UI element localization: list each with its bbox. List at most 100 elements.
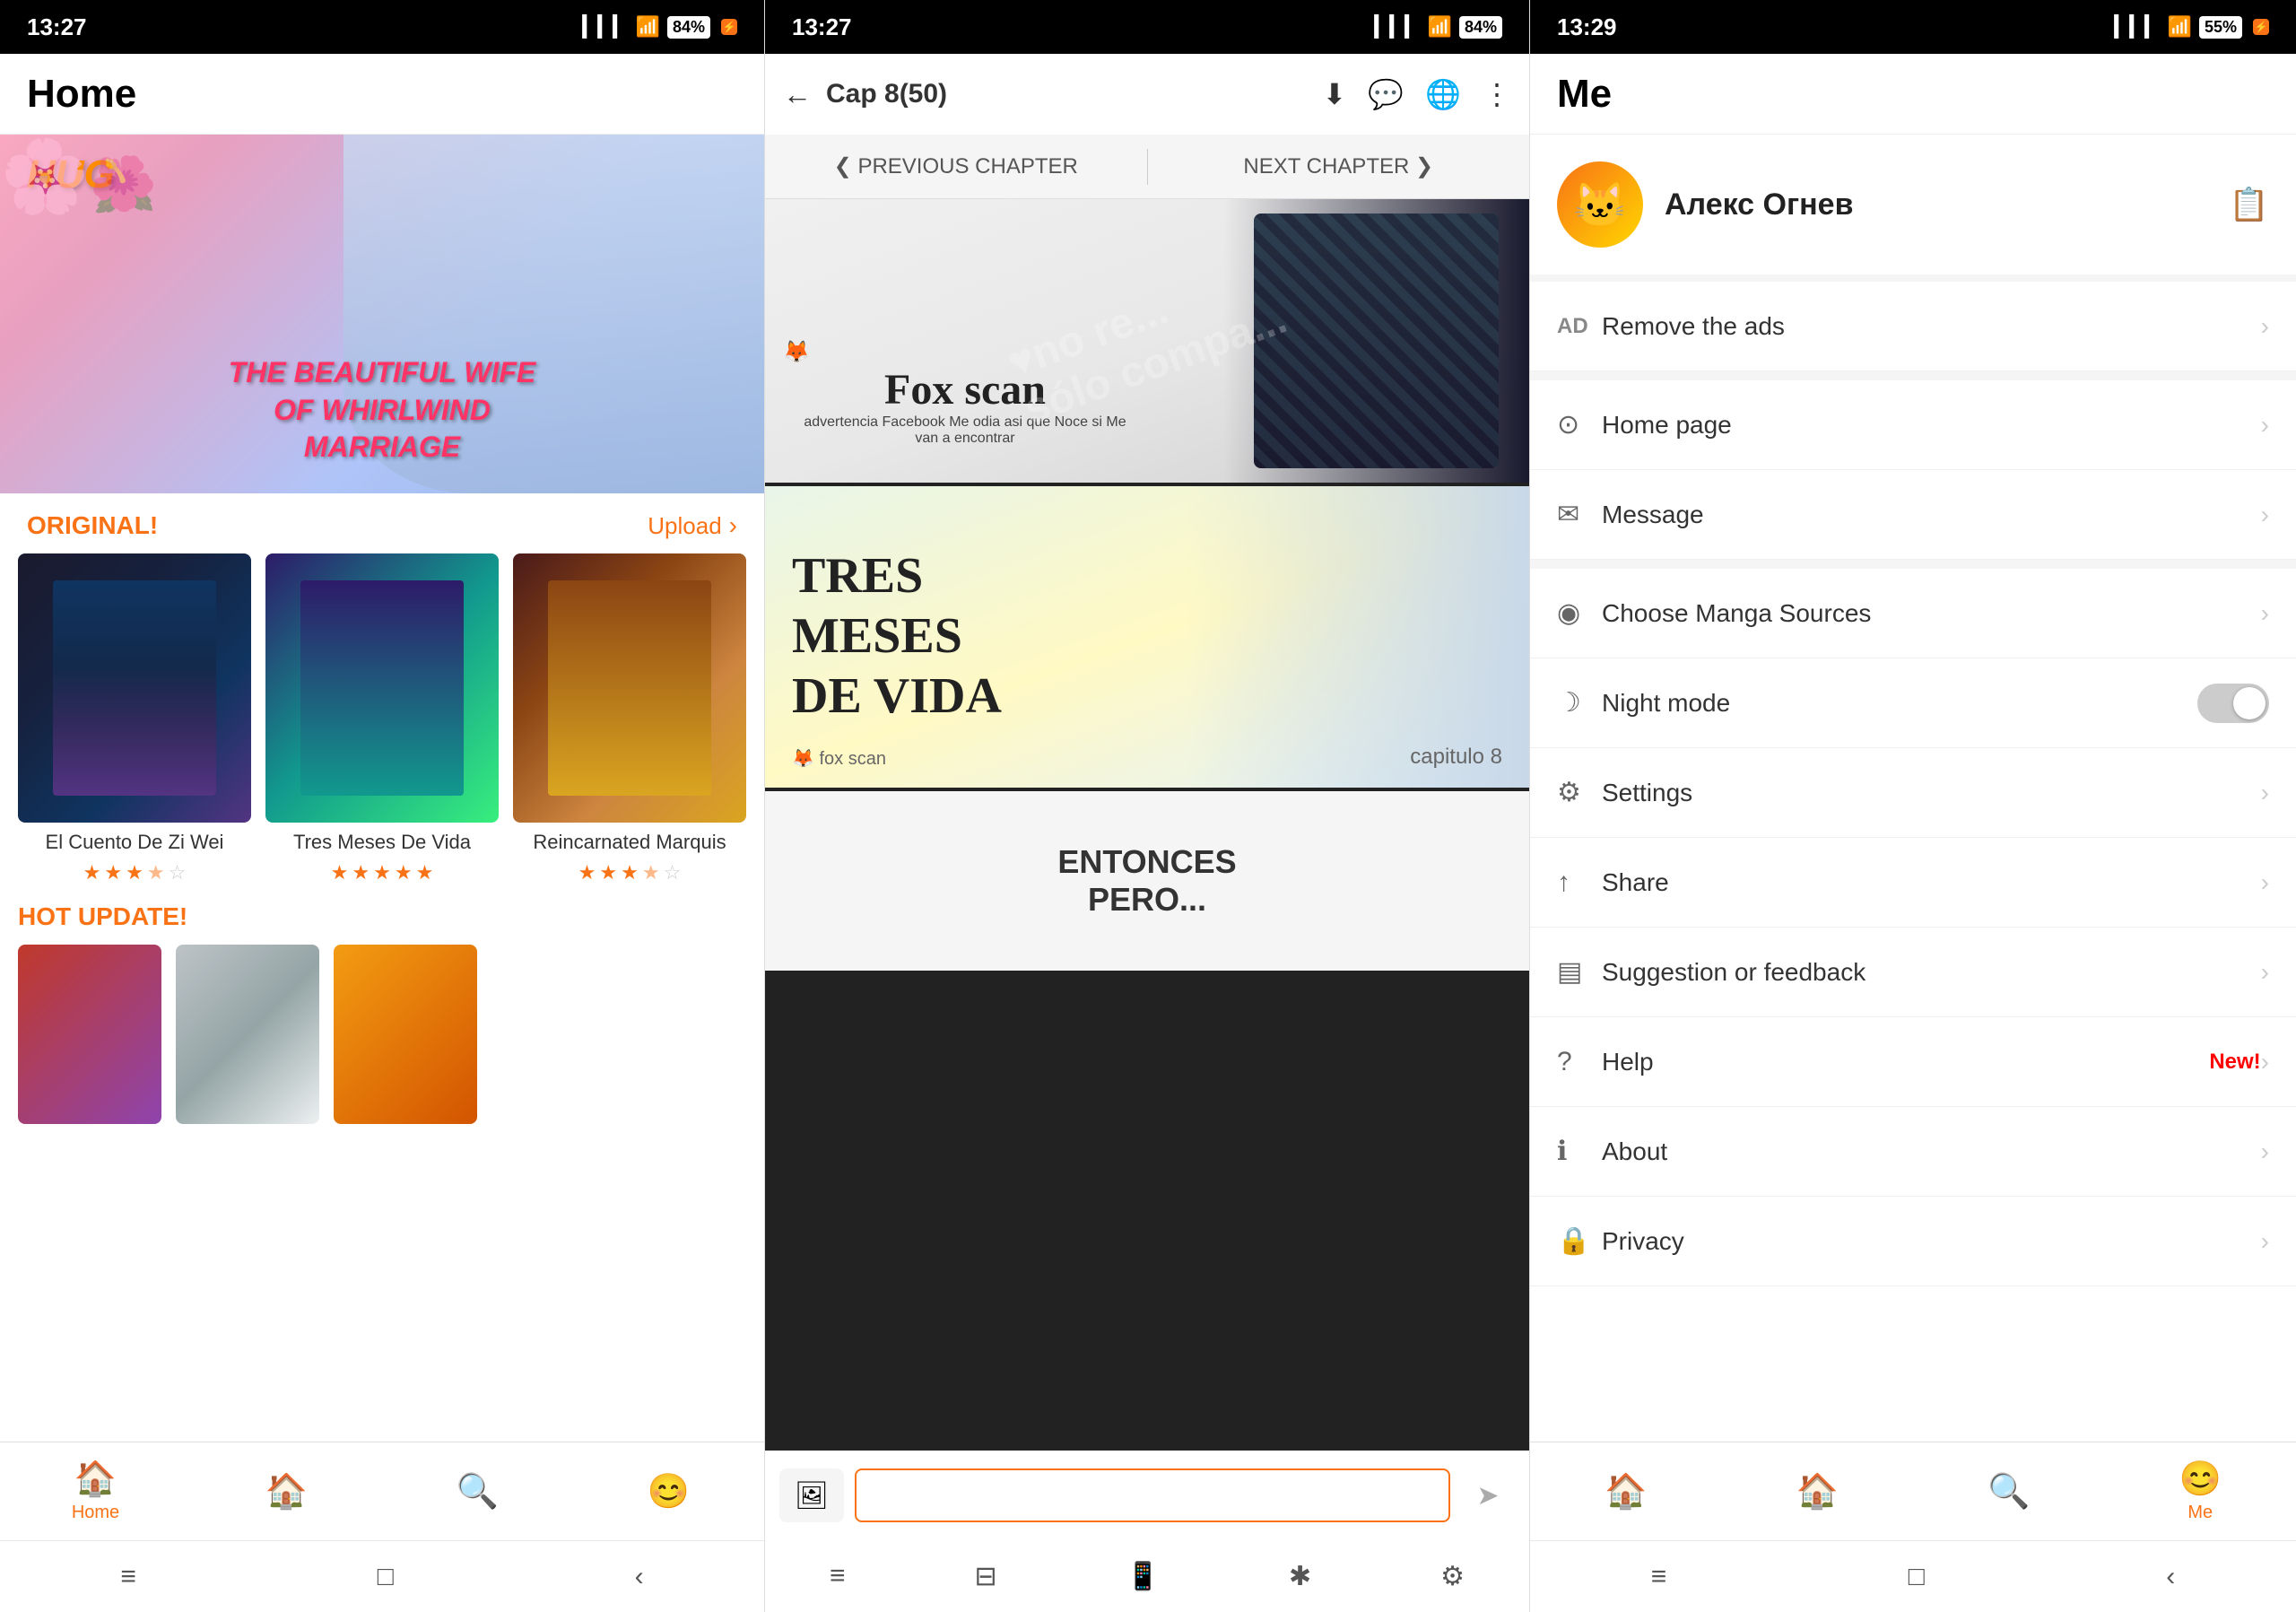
manga-card-1[interactable]: El Cuento De Zi Wei ★★★★☆: [18, 553, 251, 884]
home-banner: HUG 🌸 🌺 THE BEAUTIFUL WIFEOF WHIRLWINDMA…: [0, 135, 764, 493]
menu-home-page[interactable]: ⊙ Home page ›: [1530, 380, 2296, 470]
phone-reader: 13:27 ▎▎▎ 📶 84% ← Cap 8(50) ⬇ 💬 🌐 ⋮ ❮ PR…: [765, 0, 1530, 1612]
nav-me-profile[interactable]: 😊 Me: [2155, 1460, 2245, 1523]
ad-icon: AD: [1557, 314, 1602, 339]
suggestion-label: Suggestion or feedback: [1602, 958, 2261, 987]
menu-about[interactable]: ℹ About ›: [1530, 1107, 2296, 1197]
next-chapter-btn[interactable]: NEXT CHAPTER ❯: [1148, 153, 1530, 179]
send-button[interactable]: ➤: [1461, 1468, 1515, 1522]
menu-night-mode[interactable]: ☽ Night mode: [1530, 658, 2296, 748]
chevron-privacy: ›: [2261, 1227, 2269, 1256]
manga-cover-2: [265, 553, 499, 823]
hot-card-3[interactable]: [334, 945, 477, 1124]
about-label: About: [1602, 1137, 2261, 1166]
wifi-icon-me: 📶: [2168, 15, 2192, 39]
menu-btn-me[interactable]: ≡: [1651, 1562, 1667, 1592]
status-icons-home: ▎▎▎ 📶 84% ⚡: [583, 15, 737, 39]
username: Алекс Огнев: [1665, 187, 2207, 222]
hot-grid: [0, 945, 764, 1442]
reader-page-2: TRESMESESDE VIDA 🦊 fox scan capitulo 8: [765, 486, 1529, 791]
settings-btn-reader[interactable]: ⚙: [1440, 1561, 1465, 1592]
chevron-message: ›: [2261, 501, 2269, 529]
signal-icon-me: ▎▎▎: [2115, 15, 2161, 39]
page-3-text: ENTONCESPERO...: [1057, 843, 1236, 919]
chevron-home-page: ›: [2261, 411, 2269, 440]
chapter-nav: ❮ PREVIOUS CHAPTER NEXT CHAPTER ❯: [765, 135, 1529, 199]
reader-home-btn[interactable]: 📱: [1126, 1561, 1160, 1592]
manga-card-3[interactable]: Reincarnated Marquis ★★★★☆: [513, 553, 746, 884]
nav-profile[interactable]: 😊: [624, 1472, 714, 1512]
help-label: Help: [1602, 1048, 2200, 1076]
chapter-title: Cap 8(50): [826, 79, 1309, 109]
prev-chapter-btn[interactable]: ❮ PREVIOUS CHAPTER: [765, 153, 1147, 179]
brightness-btn[interactable]: ✱: [1289, 1561, 1311, 1592]
signal-icon-reader: ▎▎▎: [1375, 15, 1421, 39]
menu-settings[interactable]: ⚙ Settings ›: [1530, 748, 2296, 838]
remove-ads-label: Remove the ads: [1602, 312, 2261, 341]
home-btn-home[interactable]: □: [378, 1562, 394, 1592]
gallery-button[interactable]: 🖼: [779, 1468, 844, 1522]
wifi-icon-reader: 📶: [1428, 15, 1452, 39]
system-nav-home: ≡ □ ‹: [0, 1540, 764, 1612]
message-icon: ✉: [1557, 499, 1602, 530]
night-mode-toggle[interactable]: [2197, 684, 2269, 723]
status-icons-me: ▎▎▎ 📶 55% ⚡: [2115, 15, 2269, 39]
chapters-btn[interactable]: ⊟: [974, 1561, 996, 1592]
chapter-label: capitulo 8: [1410, 745, 1502, 770]
notch-me: ⚡: [2253, 19, 2269, 35]
menu-remove-ads[interactable]: AD Remove the ads ›: [1530, 282, 2296, 371]
chat-icon[interactable]: 💬: [1368, 77, 1404, 111]
profile-edit-button[interactable]: 📋: [2229, 186, 2269, 223]
hot-card-2[interactable]: [176, 945, 319, 1124]
more-icon[interactable]: ⋮: [1483, 77, 1511, 111]
upload-link[interactable]: Upload ›: [648, 511, 737, 540]
fox-scan-logo-area: 🦊 Fox scan advertencia Facebook Me odia …: [783, 339, 1147, 447]
about-icon: ℹ: [1557, 1136, 1602, 1167]
manga-title-2: Tres Meses De Vida: [265, 830, 499, 856]
settings-icon: ⚙: [1557, 777, 1602, 808]
back-btn-home[interactable]: ‹: [635, 1562, 644, 1592]
phone-home: 13:27 ▎▎▎ 📶 84% ⚡ Home HUG 🌸 🌺 THE BEAUT…: [0, 0, 765, 1612]
me-profile: 🐱 Алекс Огнев 📋: [1530, 135, 2296, 282]
nav-me-library[interactable]: 🏠: [1772, 1472, 1862, 1512]
share-label: Share: [1602, 868, 2261, 897]
back-button-reader[interactable]: ←: [783, 78, 812, 111]
prev-chapter-label: ❮ PREVIOUS CHAPTER: [834, 153, 1078, 179]
menu-btn-reader[interactable]: ≡: [830, 1561, 846, 1591]
battery-reader: 84%: [1459, 16, 1502, 39]
menu-help[interactable]: ? Help New! ›: [1530, 1017, 2296, 1107]
menu-message[interactable]: ✉ Message ›: [1530, 470, 2296, 560]
back-btn-me[interactable]: ‹: [2166, 1562, 2175, 1592]
share-icon: ↑: [1557, 867, 1602, 898]
nav-me-search[interactable]: 🔍: [1964, 1472, 2054, 1512]
menu-suggestion[interactable]: ▤ Suggestion or feedback ›: [1530, 928, 2296, 1017]
reader-page-3: ENTONCESPERO...: [765, 791, 1529, 971]
download-icon[interactable]: ⬇: [1323, 77, 1347, 111]
user-avatar: 🐱: [1557, 161, 1643, 248]
reader-content: ♥no re...sólo compa... 🦊 Fox scan advert…: [765, 199, 1529, 1451]
nav-home[interactable]: 🏠 Home: [51, 1460, 141, 1523]
hot-card-1[interactable]: [18, 945, 161, 1124]
home-header: Home: [0, 54, 764, 135]
night-mode-label: Night mode: [1602, 689, 2197, 718]
manga-card-2[interactable]: Tres Meses De Vida ★★★★★: [265, 553, 499, 884]
chevron-share: ›: [2261, 868, 2269, 897]
nav-library[interactable]: 🏠: [242, 1472, 332, 1512]
me-title: Me: [1557, 72, 1612, 117]
menu-privacy[interactable]: 🔒 Privacy ›: [1530, 1197, 2296, 1286]
status-bar-me: 13:29 ▎▎▎ 📶 55% ⚡: [1530, 0, 2296, 54]
reader-bottom-bar: 🖼 ➤: [765, 1451, 1529, 1540]
menu-choose-manga-sources[interactable]: ◉ Choose Manga Sources ›: [1530, 569, 2296, 658]
menu-btn-home[interactable]: ≡: [120, 1562, 136, 1592]
system-nav-reader: ≡ ⊟ 📱 ✱ ⚙: [765, 1540, 1529, 1612]
settings-label: Settings: [1602, 779, 2261, 807]
phone-me: 13:29 ▎▎▎ 📶 55% ⚡ Me 🐱 Алекс Огнев 📋 AD …: [1530, 0, 2296, 1612]
home-btn-me[interactable]: □: [1909, 1562, 1925, 1592]
time-reader: 13:27: [792, 13, 852, 41]
nav-me-home[interactable]: 🏠: [1581, 1472, 1671, 1512]
comment-input[interactable]: [855, 1468, 1450, 1522]
nav-search[interactable]: 🔍: [433, 1472, 523, 1512]
menu-share[interactable]: ↑ Share ›: [1530, 838, 2296, 928]
globe-icon[interactable]: 🌐: [1425, 77, 1461, 111]
manga-stars-1: ★★★★☆: [18, 861, 251, 884]
